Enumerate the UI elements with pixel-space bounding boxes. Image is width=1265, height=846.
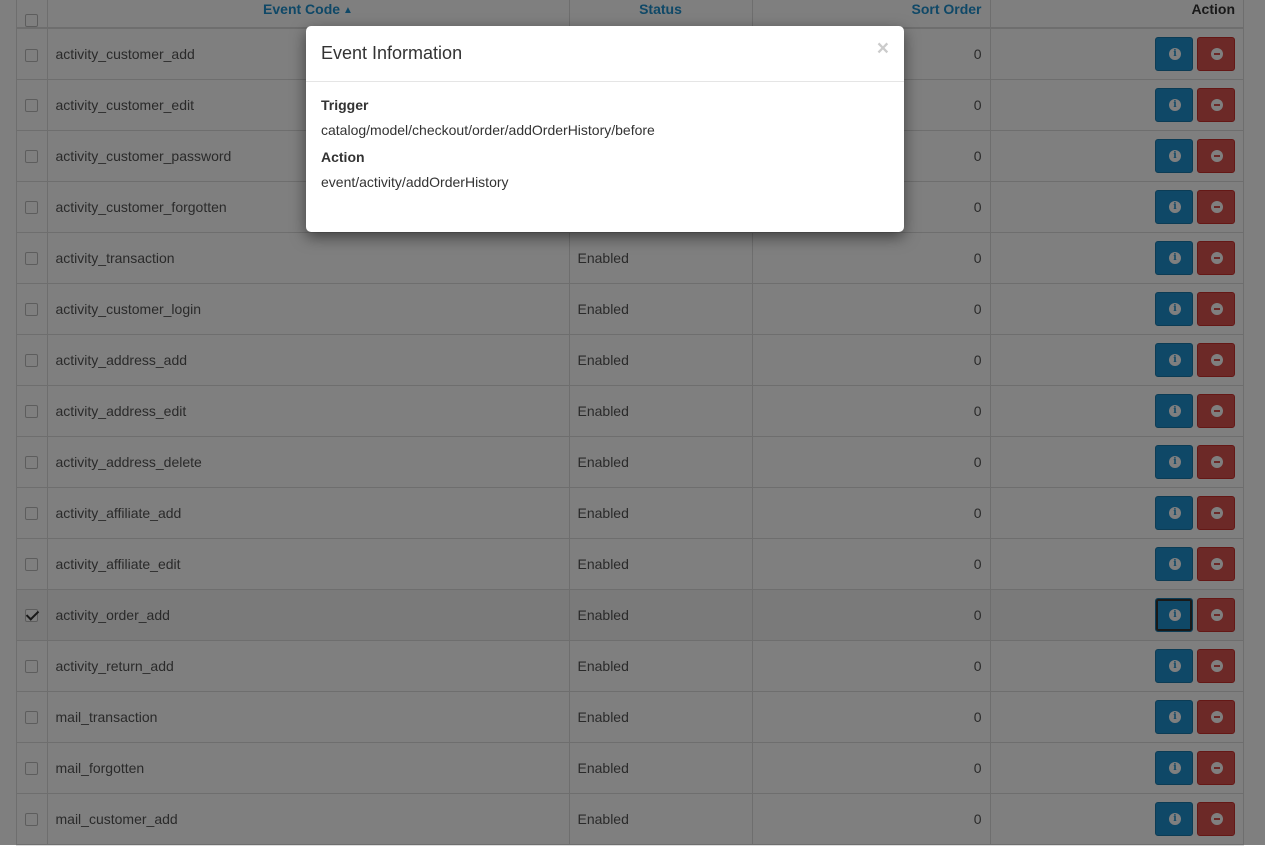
trigger-value: catalog/model/checkout/order/addOrderHis… <box>321 122 655 138</box>
modal-body: Trigger catalog/model/checkout/order/add… <box>306 82 904 190</box>
close-icon[interactable]: × <box>877 38 889 59</box>
modal-header: Event Information × <box>306 26 904 82</box>
event-list-page: Event Code▲ Status Sort Order Action act… <box>0 0 1265 846</box>
modal-title: Event Information <box>321 43 463 63</box>
action-value: event/activity/addOrderHistory <box>321 174 509 190</box>
action-label: Action <box>321 149 365 165</box>
event-info-modal: Event Information × Trigger catalog/mode… <box>306 26 904 232</box>
trigger-label: Trigger <box>321 97 369 113</box>
